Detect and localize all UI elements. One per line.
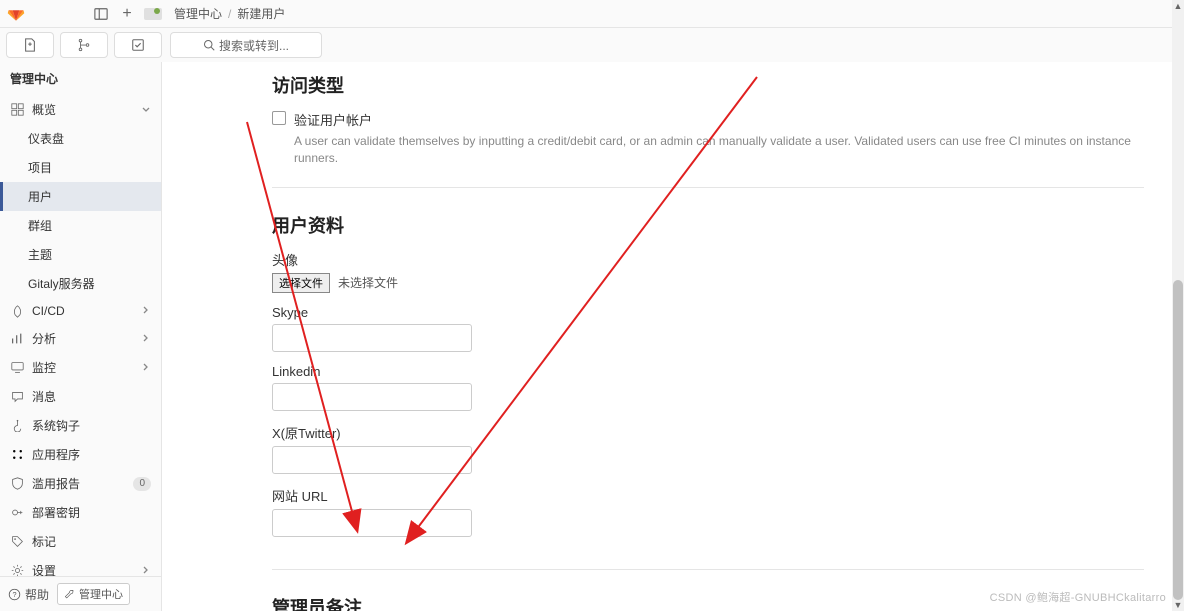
validate-user-checkbox[interactable]: [272, 111, 286, 125]
sidebar-sub-groups[interactable]: 群组: [0, 211, 161, 240]
scroll-thumb[interactable]: [1173, 280, 1183, 600]
gear-icon: [10, 564, 24, 577]
secondary-bar: 搜索或转到...: [0, 28, 1184, 62]
chevron-down-icon: [141, 103, 151, 117]
key-icon: [10, 506, 24, 520]
file-icon: [23, 38, 37, 52]
svg-text:?: ?: [12, 589, 16, 598]
chevron-right-icon: [141, 332, 151, 346]
sidebar-item-labels[interactable]: 标记: [0, 527, 161, 556]
watermark: CSDN @鲍海超-GNUBHCkalitarro: [990, 589, 1166, 605]
breadcrumb-sep: /: [228, 7, 231, 21]
choose-file-button[interactable]: 选择文件: [272, 273, 330, 293]
main-content: 访问类型 验证用户帐户 A user can validate themselv…: [162, 62, 1184, 611]
scroll-down-arrow[interactable]: ▼: [1172, 599, 1184, 611]
sidebar-item-hooks[interactable]: 系统钩子: [0, 411, 161, 440]
extra-icon[interactable]: [142, 3, 164, 25]
search-box[interactable]: 搜索或转到...: [170, 32, 322, 58]
sidebar-sub-dashboard[interactable]: 仪表盘: [0, 124, 161, 153]
panel-toggle-icon[interactable]: [90, 3, 112, 25]
sidebar-sub-gitaly[interactable]: Gitaly服务器: [0, 269, 161, 298]
sidebar-item-apps[interactable]: 应用程序: [0, 440, 161, 469]
monitor-icon: [10, 361, 24, 375]
todo-button[interactable]: [114, 32, 162, 58]
breadcrumb-current: 新建用户: [237, 5, 285, 22]
search-placeholder: 搜索或转到...: [219, 37, 289, 54]
sidebar-item-overview[interactable]: 概览: [0, 95, 161, 124]
sidebar-sub-topics[interactable]: 主题: [0, 240, 161, 269]
sidebar-item-analytics[interactable]: 分析: [0, 324, 161, 353]
apps-icon: [10, 448, 24, 462]
website-label: 网站 URL: [272, 486, 1144, 505]
sidebar-item-monitoring[interactable]: 监控: [0, 353, 161, 382]
sidebar-item-deploykeys[interactable]: 部署密钥: [0, 498, 161, 527]
message-icon: [10, 390, 24, 404]
merge-icon: [77, 38, 91, 52]
topbar: + 管理中心 / 新建用户: [0, 0, 1184, 28]
validate-user-label: 验证用户帐户: [294, 110, 372, 129]
sidebar-item-cicd[interactable]: CI/CD: [0, 298, 161, 324]
chevron-right-icon: [141, 304, 151, 318]
abuse-badge: 0: [133, 477, 151, 491]
file-status: 未选择文件: [338, 274, 398, 291]
help-button[interactable]: ? 帮助: [8, 586, 49, 603]
twitter-label: X(原Twitter): [272, 423, 1144, 442]
validate-help-text: A user can validate themselves by inputt…: [294, 133, 1144, 167]
skype-input[interactable]: [272, 324, 472, 352]
add-button[interactable]: +: [116, 3, 138, 25]
chevron-right-icon: [141, 564, 151, 577]
sidebar-item-settings[interactable]: 设置: [0, 556, 161, 576]
sidebar-sub-projects[interactable]: 项目: [0, 153, 161, 182]
tanuki-icon: [7, 5, 25, 23]
new-file-button[interactable]: [6, 32, 54, 58]
hook-icon: [10, 419, 24, 433]
admin-link-button[interactable]: 管理中心: [57, 583, 130, 605]
scroll-up-arrow[interactable]: ▲: [1172, 0, 1184, 12]
access-section: 访问类型 验证用户帐户 A user can validate themselv…: [272, 72, 1144, 188]
dashboard-icon: [10, 103, 24, 117]
shield-icon: [10, 477, 24, 491]
twitter-input[interactable]: [272, 446, 472, 474]
sidebar-item-messages[interactable]: 消息: [0, 382, 161, 411]
avatar-label: 头像: [272, 250, 1144, 269]
profile-section: 用户资料 头像 选择文件 未选择文件 Skype Linkedin: [272, 212, 1144, 570]
linkedin-input[interactable]: [272, 383, 472, 411]
tag-icon: [10, 535, 24, 549]
rocket-icon: [10, 304, 24, 318]
chevron-right-icon: [141, 361, 151, 375]
sidebar: 管理中心 概览 仪表盘 项目 用户 群组 主题 Gitaly服务器 CI/CD: [0, 62, 162, 611]
gitlab-logo[interactable]: [2, 0, 30, 28]
skype-label: Skype: [272, 305, 1144, 320]
breadcrumb: 管理中心 / 新建用户: [174, 5, 285, 22]
breadcrumb-root[interactable]: 管理中心: [174, 5, 222, 22]
chart-icon: [10, 332, 24, 346]
help-icon: ?: [8, 588, 21, 601]
sidebar-sub-users[interactable]: 用户: [0, 182, 161, 211]
check-icon: [131, 38, 145, 52]
merge-button[interactable]: [60, 32, 108, 58]
page-scrollbar[interactable]: ▲ ▼: [1172, 0, 1184, 611]
profile-title: 用户资料: [272, 212, 1144, 238]
sidebar-item-abuse[interactable]: 滥用报告 0: [0, 469, 161, 498]
access-title: 访问类型: [272, 72, 1144, 98]
sidebar-footer: ? 帮助 管理中心: [0, 576, 161, 611]
website-input[interactable]: [272, 509, 472, 537]
search-icon: [203, 39, 215, 51]
linkedin-label: Linkedin: [272, 364, 1144, 379]
wrench-icon: [64, 589, 75, 600]
sidebar-title: 管理中心: [0, 62, 161, 95]
